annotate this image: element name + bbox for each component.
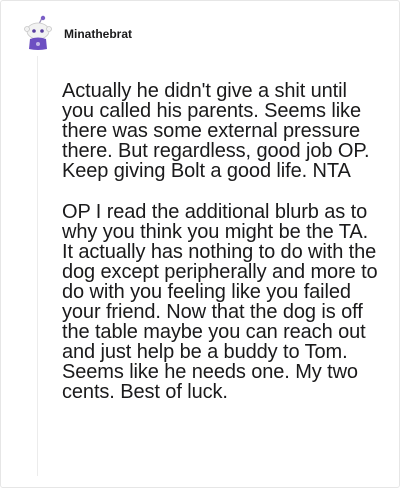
- comment-body: Actually he didn't give a shit until you…: [62, 81, 384, 423]
- username[interactable]: Minathebrat: [64, 27, 132, 41]
- comment-paragraph: Actually he didn't give a shit until you…: [62, 80, 370, 182]
- snoo-avatar-icon: [24, 15, 52, 50]
- avatar[interactable]: [23, 15, 53, 51]
- thread-line[interactable]: [37, 56, 38, 476]
- comment-paragraph: OP I read the additional blurb as to why…: [62, 201, 378, 403]
- comment-card: Minathebrat Actually he didn't give a sh…: [0, 0, 400, 488]
